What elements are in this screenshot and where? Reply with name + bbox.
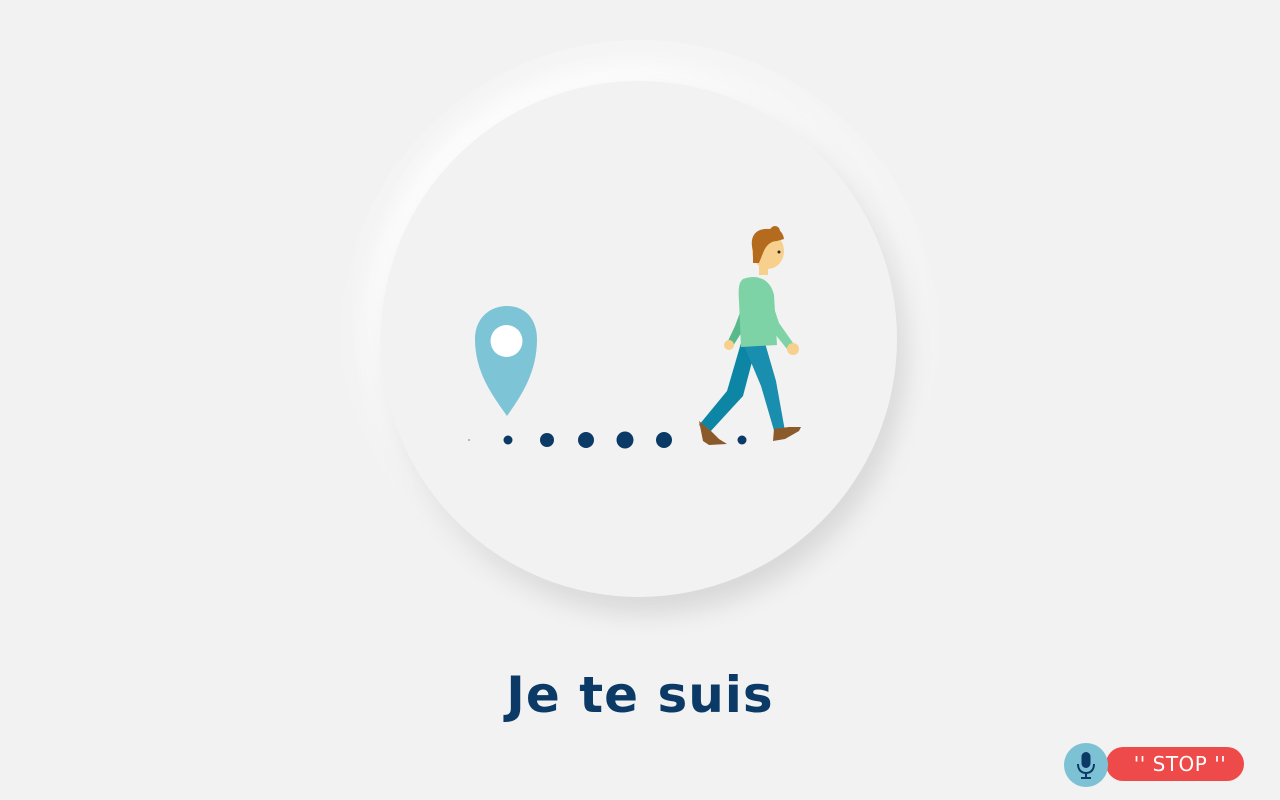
page-title: Je te suis	[506, 666, 774, 724]
location-pin-icon	[475, 306, 537, 416]
screen: Je te suis '' STOP ''	[0, 0, 1280, 800]
stop-button[interactable]: '' STOP ''	[1106, 747, 1244, 781]
microphone-button[interactable]	[1064, 743, 1108, 787]
walking-person-icon	[699, 226, 801, 445]
microphone-icon	[1077, 752, 1095, 779]
follow-illustration	[468, 226, 801, 449]
voice-stop-control[interactable]: '' STOP ''	[1064, 743, 1246, 787]
illustration-disc	[381, 81, 897, 597]
